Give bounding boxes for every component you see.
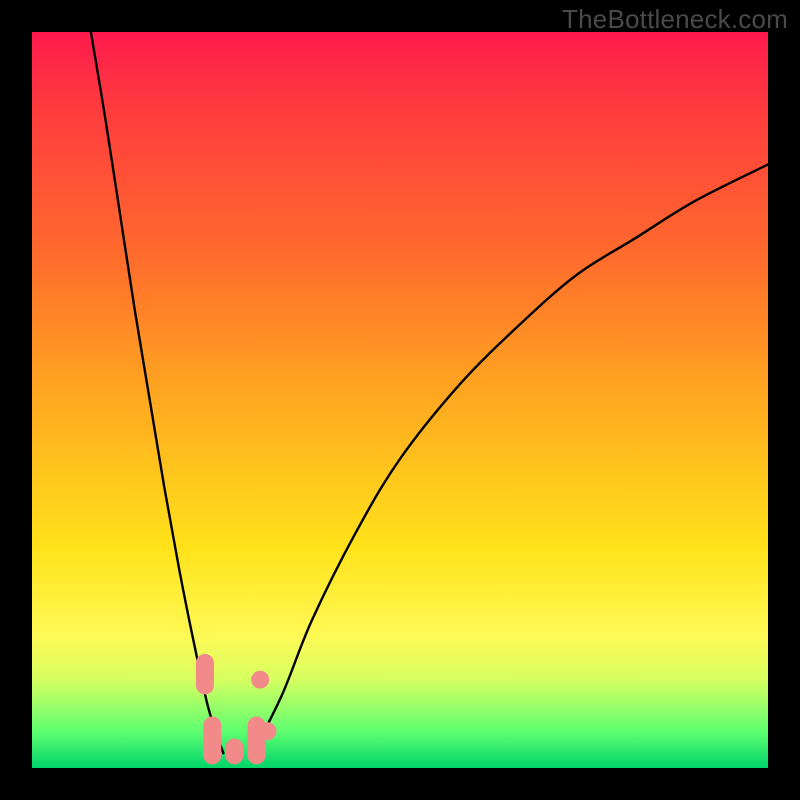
- curve-svg: [32, 32, 768, 768]
- curve-left-branch: [91, 32, 223, 753]
- marker-dot-5: [259, 722, 277, 740]
- marker-dot-4: [251, 671, 269, 689]
- marker-bar-1: [203, 716, 221, 764]
- marker-bar-2: [225, 739, 243, 765]
- curve-right-branch: [253, 164, 768, 753]
- outer-frame: TheBottleneck.com: [0, 0, 800, 800]
- marker-bar-0: [196, 654, 214, 694]
- watermark-text: TheBottleneck.com: [562, 4, 788, 35]
- plot-area: [32, 32, 768, 768]
- curve-layer: [91, 32, 768, 753]
